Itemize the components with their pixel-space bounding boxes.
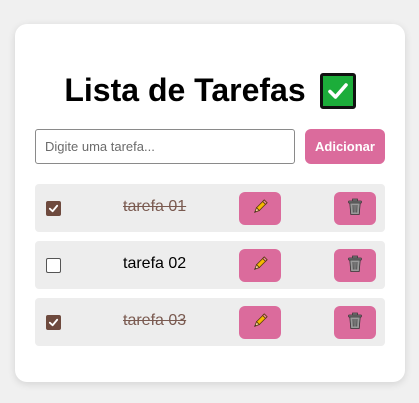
todo-card: Lista de Tarefas Adicionar tarefa 01 xyxy=(15,24,405,382)
delete-button[interactable] xyxy=(334,306,376,339)
task-label: tarefa 01 xyxy=(123,198,187,215)
delete-button[interactable] xyxy=(334,192,376,225)
delete-button[interactable] xyxy=(334,249,376,282)
task-checkbox[interactable] xyxy=(46,315,61,330)
edit-button[interactable] xyxy=(239,306,281,339)
list-item: tarefa 02 xyxy=(35,241,385,289)
task-checkbox[interactable] xyxy=(46,258,61,273)
task-label: tarefa 02 xyxy=(123,255,187,272)
task-input[interactable] xyxy=(35,129,295,164)
task-label: tarefa 03 xyxy=(123,312,187,329)
trash-icon xyxy=(347,198,363,219)
trash-icon xyxy=(347,312,363,333)
task-list: tarefa 01 tarefa 02 tarefa 03 xyxy=(35,184,385,355)
list-item: tarefa 01 xyxy=(35,184,385,232)
edit-button[interactable] xyxy=(239,249,281,282)
pencil-icon xyxy=(251,255,269,276)
trash-icon xyxy=(347,255,363,276)
header: Lista de Tarefas xyxy=(15,72,405,109)
check-mark-button-icon xyxy=(319,72,356,109)
page-title: Lista de Tarefas xyxy=(64,72,306,108)
list-item: tarefa 03 xyxy=(35,298,385,346)
edit-button[interactable] xyxy=(239,192,281,225)
pencil-icon xyxy=(251,198,269,219)
task-checkbox[interactable] xyxy=(46,201,61,216)
add-task-form: Adicionar xyxy=(35,129,385,164)
pencil-icon xyxy=(251,312,269,333)
add-button[interactable]: Adicionar xyxy=(305,129,385,164)
